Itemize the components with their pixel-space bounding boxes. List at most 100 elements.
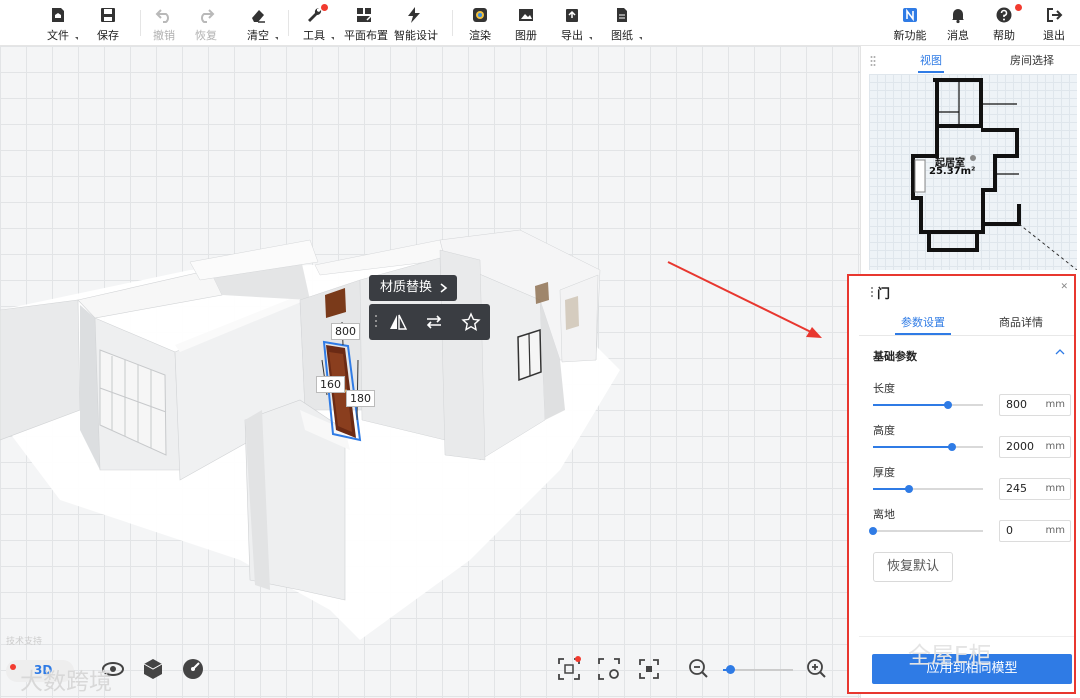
panel-title: 门 [877, 287, 891, 302]
toolbar-label: 智能设计 [394, 29, 438, 42]
toolbar-new-feature-button[interactable]: 新功能 [890, 6, 930, 42]
3d-floorplan-scene [0, 229, 620, 640]
tab-view[interactable]: 视图 [920, 52, 942, 68]
tab-room-select[interactable]: 房间选择 [1010, 52, 1054, 68]
house-file-icon [52, 8, 64, 22]
unit-label: mm [1045, 399, 1065, 410]
door-properties-panel: 门 ✕ 参数设置 商品详情 基础参数 长度 800 mm 高度 2000 mm 厚度 245 m… [847, 274, 1076, 694]
parameter-input[interactable]: 0 mm [999, 520, 1071, 542]
chevron-right-icon [440, 283, 448, 293]
toolbar-help-button[interactable]: 帮助 [984, 4, 1024, 42]
parameter-slider[interactable] [873, 401, 983, 409]
fit-selection-icon[interactable] [556, 656, 582, 682]
slider-knob[interactable] [869, 527, 877, 535]
field-label: 长度 [873, 382, 895, 395]
zoom-slider-knob[interactable] [726, 665, 735, 674]
toolbar-album-button[interactable]: 图册 [506, 6, 546, 42]
zoom-in-icon[interactable] [804, 656, 830, 682]
top-toolbar: 文件 保存 撤销 恢复 清空 工具 平面布置 智能设计 渲染 图册 导出 图纸 新功能 消息 帮助 退出 [0, 0, 1080, 46]
toolbar-render-button[interactable]: 渲染 [460, 6, 500, 42]
toolbar-floor-layout-button[interactable]: 平面布置 [344, 6, 388, 42]
parameter-slider[interactable] [869, 527, 983, 535]
album-icon [519, 9, 533, 21]
slider-knob[interactable] [943, 401, 952, 409]
material-replace-label: 材质替换 [380, 280, 433, 295]
dropdown-caret-icon [589, 37, 592, 40]
gauge-icon[interactable] [180, 656, 206, 682]
toolbar-lightning-button[interactable]: 智能设计 [394, 6, 438, 42]
toolbar-label: 新功能 [893, 29, 927, 42]
toolbar-label: 渲染 [469, 29, 491, 42]
toolbar-export-button[interactable]: 导出 [552, 6, 592, 42]
unit-label: mm [1045, 441, 1065, 452]
reset-default-button[interactable]: 恢复默认 [873, 552, 953, 582]
input-value: 800 [1006, 398, 1027, 411]
redo-icon [201, 9, 215, 23]
zoom-out-icon[interactable] [686, 656, 712, 682]
toolbar-label: 撤销 [153, 29, 175, 42]
slider-fill [873, 446, 953, 448]
toolbar-label: 帮助 [993, 29, 1015, 42]
watermark-right: 全屋E柜 [908, 643, 992, 669]
toolbar-divider [288, 10, 289, 36]
toolbar-divider [140, 10, 141, 36]
fullscreen-icon[interactable] [636, 656, 662, 682]
star-favorite-icon[interactable] [461, 312, 481, 332]
input-value: 245 [1006, 482, 1027, 495]
3d-viewport[interactable]: 800 160 180 [0, 46, 860, 698]
section-title: 基础参数 [873, 350, 917, 363]
notification-dot [10, 664, 16, 670]
toolbar-eraser-button[interactable]: 清空 [238, 6, 278, 42]
chevron-up-icon[interactable] [1055, 347, 1065, 357]
mirror-icon[interactable] [388, 312, 408, 332]
parameter-input[interactable]: 800 mm [999, 394, 1071, 416]
toolbar-redo-button[interactable]: 恢复 [186, 6, 226, 42]
parameter-slider[interactable] [873, 485, 983, 493]
drag-handle-icon[interactable] [871, 287, 875, 297]
swap-icon[interactable] [424, 312, 444, 332]
tab-parameter-settings[interactable]: 参数设置 [901, 314, 945, 330]
toolbar-wrench-button[interactable]: 工具 [294, 4, 334, 42]
parameter-slider[interactable] [873, 443, 983, 451]
toolbar-label: 导出 [561, 29, 583, 42]
toolbar-undo-button[interactable]: 撤销 [144, 6, 184, 42]
material-replace-button[interactable]: 材质替换 [369, 275, 457, 301]
dropdown-caret-icon [639, 37, 642, 40]
drag-handle-icon[interactable] [374, 314, 378, 330]
door-left-dimension[interactable]: 160 [316, 376, 345, 393]
tech-support-text: 技术支持 [6, 637, 43, 647]
parameter-input[interactable]: 2000 mm [999, 436, 1071, 458]
slider-knob[interactable] [948, 443, 957, 451]
help-icon [996, 7, 1012, 23]
parameter-input[interactable]: 245 mm [999, 478, 1071, 500]
toolbar-label: 清空 [247, 29, 269, 42]
toolbar-exit-button[interactable]: 退出 [1034, 6, 1074, 42]
door-width-dimension[interactable]: 800 [331, 323, 360, 340]
toolbar-drawing-button[interactable]: 图纸 [602, 6, 642, 42]
slider-knob[interactable] [905, 485, 914, 493]
zoom-slider[interactable] [723, 665, 793, 674]
unit-label: mm [1045, 483, 1065, 494]
object-action-bar [369, 304, 490, 340]
floorplan-minimap[interactable]: 起居室 25.37m² [869, 74, 1078, 271]
toolbar-label: 消息 [947, 29, 969, 42]
toolbar-house-file-button[interactable]: 文件 [38, 6, 78, 42]
dropdown-caret-icon [75, 37, 78, 40]
tab-product-details[interactable]: 商品详情 [999, 314, 1043, 330]
toolbar-label: 退出 [1043, 29, 1065, 42]
toolbar-save-button[interactable]: 保存 [88, 6, 128, 42]
field-label: 厚度 [873, 466, 895, 479]
notification-dot [1015, 4, 1022, 11]
frame-settings-icon[interactable] [596, 656, 622, 682]
dropdown-caret-icon [331, 37, 334, 40]
render-icon [473, 8, 487, 22]
collapse-icon[interactable]: ✕ [1060, 282, 1068, 292]
dropdown-caret-icon [275, 37, 278, 40]
cube-icon[interactable] [140, 656, 166, 682]
door-right-dimension[interactable]: 180 [346, 390, 375, 407]
new-feature-icon [903, 8, 917, 22]
field-label: 高度 [873, 424, 895, 437]
slider-fill [873, 404, 948, 406]
toolbar-label: 文件 [47, 29, 69, 42]
toolbar-bell-button[interactable]: 消息 [938, 6, 978, 42]
